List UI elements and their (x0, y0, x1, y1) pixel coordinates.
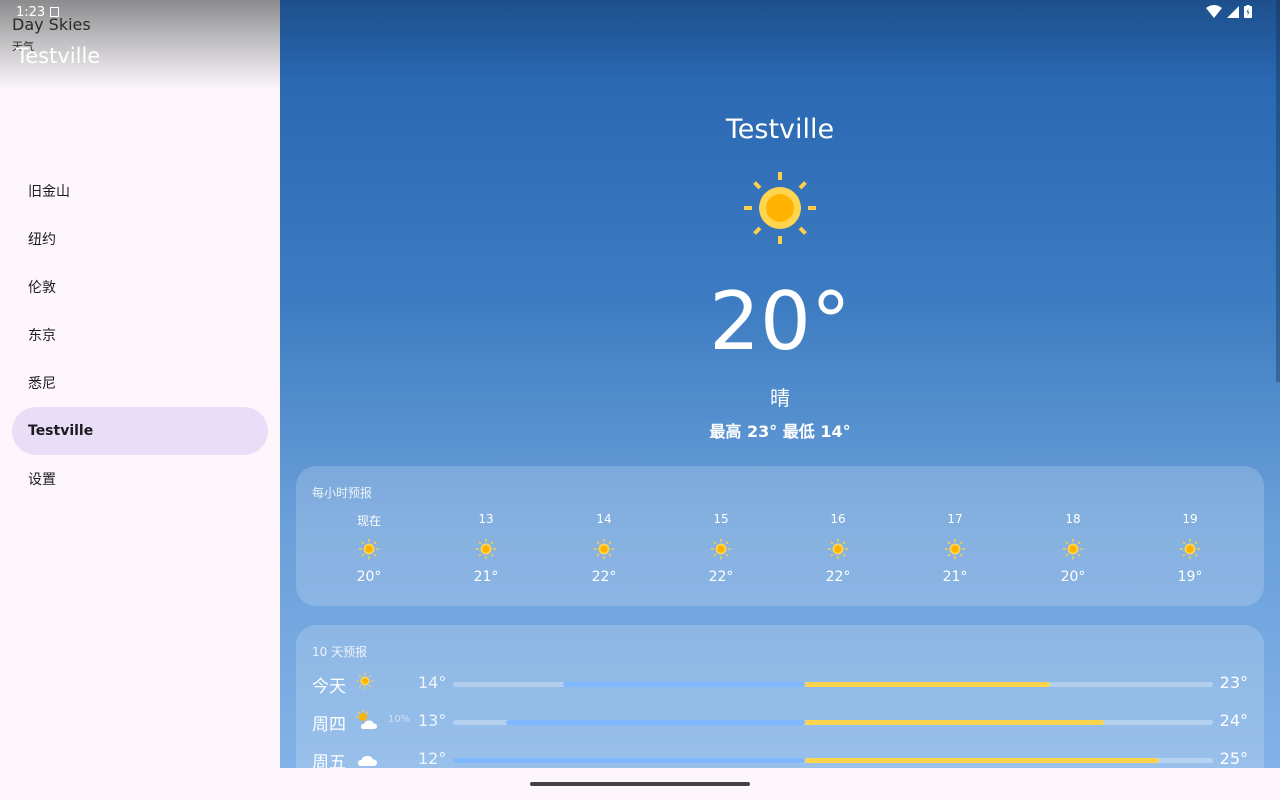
sun-icon (356, 672, 380, 694)
current-temperature: 20° (709, 275, 851, 368)
sun-icon (744, 172, 816, 244)
drawer-current-city: Testville (16, 44, 101, 68)
hourly-item: 15 22° (681, 512, 761, 585)
daily-row[interactable]: 周四 10% 13° 24° (312, 707, 1248, 737)
daily-low: 12° (418, 749, 447, 768)
range-cool-segment (563, 682, 805, 687)
hourly-temperature: 22° (825, 569, 851, 585)
hourly-item: 现在 20° (329, 512, 409, 585)
city-name: Testville (725, 114, 835, 145)
daily-low: 14° (418, 673, 447, 692)
hourly-temperature: 20° (1060, 569, 1086, 585)
daily-high: 23° (1219, 673, 1248, 692)
range-warm-segment (804, 758, 1160, 763)
daily-day: 周五 (312, 753, 346, 768)
range-warm-segment (804, 720, 1105, 725)
sun-icon (710, 538, 732, 560)
drawer-item-new-york[interactable]: 纽约 (12, 216, 268, 264)
daily-row[interactable]: 周五 12° 25° (312, 745, 1248, 768)
sun-icon (593, 538, 615, 560)
drawer-item-london[interactable]: 伦敦 (12, 264, 268, 312)
daily-high: 24° (1219, 711, 1248, 730)
range-cool-segment (453, 758, 805, 763)
hourly-time: 16 (830, 512, 846, 526)
battery-icon (1244, 5, 1252, 18)
sun-icon (358, 538, 380, 560)
navigation-drawer: 1:23 Day Skies 天气 Testville 旧金山 纽约 伦敦 东京… (0, 0, 280, 800)
sun-icon (944, 538, 966, 560)
hourly-time: 17 (947, 512, 963, 526)
hourly-temperature: 21° (473, 569, 499, 585)
sun-icon (1179, 538, 1201, 560)
drawer-item-settings[interactable]: 设置 (12, 456, 268, 504)
daily-high: 25° (1219, 749, 1248, 768)
signal-icon (1227, 5, 1239, 18)
hourly-temperature: 22° (591, 569, 617, 585)
hourly-time: 14 (596, 512, 612, 526)
hourly-item: 19 19° (1150, 512, 1230, 585)
hourly-temperature: 19° (1177, 569, 1203, 585)
drawer-item-san-francisco[interactable]: 旧金山 (12, 168, 268, 216)
daily-forecast-title: 10 天预报 (312, 645, 368, 659)
sun-icon (1062, 538, 1084, 560)
daily-low: 13° (418, 711, 447, 730)
hourly-temperature: 22° (708, 569, 734, 585)
hourly-item: 18 20° (1033, 512, 1113, 585)
range-warm-segment (804, 682, 1050, 687)
hourly-time: 13 (478, 512, 494, 526)
hourly-temperature: 20° (356, 569, 382, 585)
partly-cloudy-icon (356, 710, 380, 732)
daily-row[interactable]: 今天 14° 23° (312, 669, 1248, 699)
sun-icon (827, 538, 849, 560)
daily-day: 周四 (312, 715, 346, 735)
drawer-item-tokyo[interactable]: 东京 (12, 312, 268, 360)
hourly-time: 现在 (356, 514, 381, 528)
hourly-temperature: 21° (942, 569, 968, 585)
wifi-icon (1206, 5, 1222, 18)
range-cool-segment (506, 720, 805, 725)
current-condition: 晴 (770, 386, 790, 410)
temperature-range-bar (453, 682, 1213, 687)
hourly-time: 15 (713, 512, 729, 526)
hourly-item: 13 21° (446, 512, 526, 585)
temperature-range-bar (453, 720, 1213, 725)
drawer-item-testville[interactable]: Testville (12, 407, 268, 455)
daily-forecast-card[interactable]: 10 天预报 今天 14° 23° 周四 10% 13° 24° 周五 12° 25° (296, 625, 1264, 768)
cloud-icon (356, 748, 380, 768)
hourly-item: 14 22° (564, 512, 644, 585)
drawer-item-sydney[interactable]: 悉尼 (12, 360, 268, 408)
high-low-temperature: 最高 23° 最低 14° (709, 422, 851, 441)
temperature-range-bar (453, 758, 1213, 763)
daily-day: 今天 (312, 677, 346, 697)
hourly-item: 17 21° (915, 512, 995, 585)
gesture-nav-handle[interactable] (530, 782, 750, 786)
hourly-forecast-card[interactable]: 每小时预报 现在 20° 13 21° 14 22° 15 22° 16 22° 17 21° 18 20… (296, 466, 1264, 606)
app-title: Day Skies (12, 15, 91, 34)
hourly-time: 18 (1065, 512, 1081, 526)
hourly-item: 16 22° (798, 512, 878, 585)
hourly-time: 19 (1182, 512, 1198, 526)
weather-main[interactable]: Testville 20° 晴 最高 23° 最低 14° 每小时预报 现在 20… (280, 0, 1280, 768)
status-icons (1206, 5, 1252, 18)
sun-icon (475, 538, 497, 560)
hourly-forecast-title: 每小时预报 (312, 486, 373, 500)
precipitation-chance: 10% (388, 714, 411, 725)
